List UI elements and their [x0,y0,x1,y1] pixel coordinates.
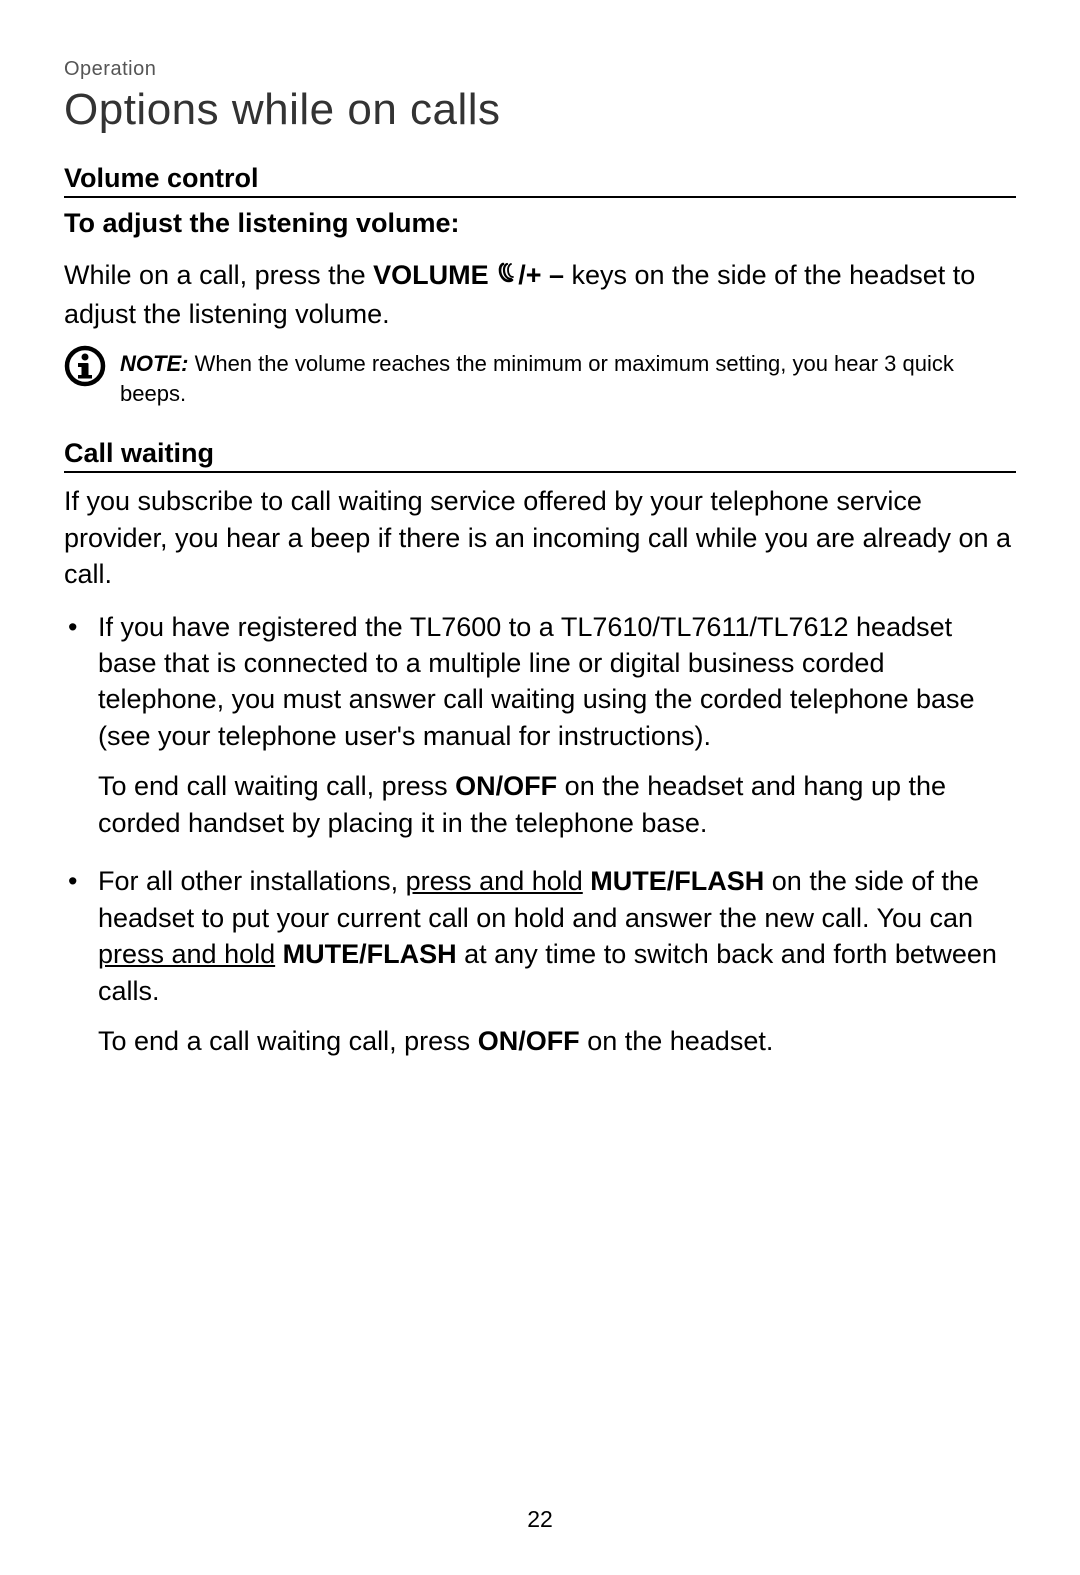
bullet1-p2: To end call waiting call, press ON/OFF o… [98,768,1016,841]
b2p2-on: ON [478,1026,519,1056]
volume-body-pre: While on a call, press the [64,260,373,290]
volume-icon [496,259,518,296]
b2p2-post: on the headset. [580,1026,774,1056]
note-body: When the volume reaches the minimum or m… [120,351,954,406]
volume-symbols: /+ – [518,260,564,290]
b2p1-mute1: MUTE [590,866,667,896]
page-number: 22 [0,1506,1080,1533]
b1p2-pre: To end call waiting call, press [98,771,455,801]
list-item: If you have registered the TL7600 to a T… [64,609,1016,842]
b2p1-sp2 [275,939,283,969]
b2p1-flash2: /FLASH [359,939,457,969]
volume-body: While on a call, press the VOLUME /+ – k… [64,257,1016,333]
bullet2-p1: For all other installations, press and h… [98,863,1016,1009]
list-item: For all other installations, press and h… [64,863,1016,1059]
b1p2-on: ON [455,771,496,801]
b1p2-off: /OFF [496,771,558,801]
b2p1-a: For all other installations, [98,866,406,896]
note-text: NOTE: When the volume reaches the minimu… [120,349,1016,408]
section-heading-callwaiting: Call waiting [64,438,1016,473]
b2p1-flash1: /FLASH [667,866,765,896]
page-title: Options while on calls [64,85,1016,135]
callwaiting-intro: If you subscribe to call waiting service… [64,483,1016,592]
note-block: NOTE: When the volume reaches the minimu… [64,349,1016,408]
callwaiting-bullets: If you have registered the TL7600 to a T… [64,609,1016,1060]
bullet2-p2: To end a call waiting call, press ON/OFF… [98,1023,1016,1059]
subheading-volume: To adjust the listening volume: [64,208,1016,239]
b2p2-pre: To end a call waiting call, press [98,1026,478,1056]
b2p1-mute2: MUTE [283,939,360,969]
bullet1-p1: If you have registered the TL7600 to a T… [98,609,1016,755]
b2p1-ph2: press and hold [98,939,275,969]
b2p2-off: /OFF [518,1026,580,1056]
info-icon [64,345,106,387]
volume-keyword: VOLUME [373,260,489,290]
section-heading-volume: Volume control [64,163,1016,198]
breadcrumb: Operation [64,58,1016,81]
note-label: NOTE: [120,351,188,376]
b2p1-ph1: press and hold [406,866,583,896]
